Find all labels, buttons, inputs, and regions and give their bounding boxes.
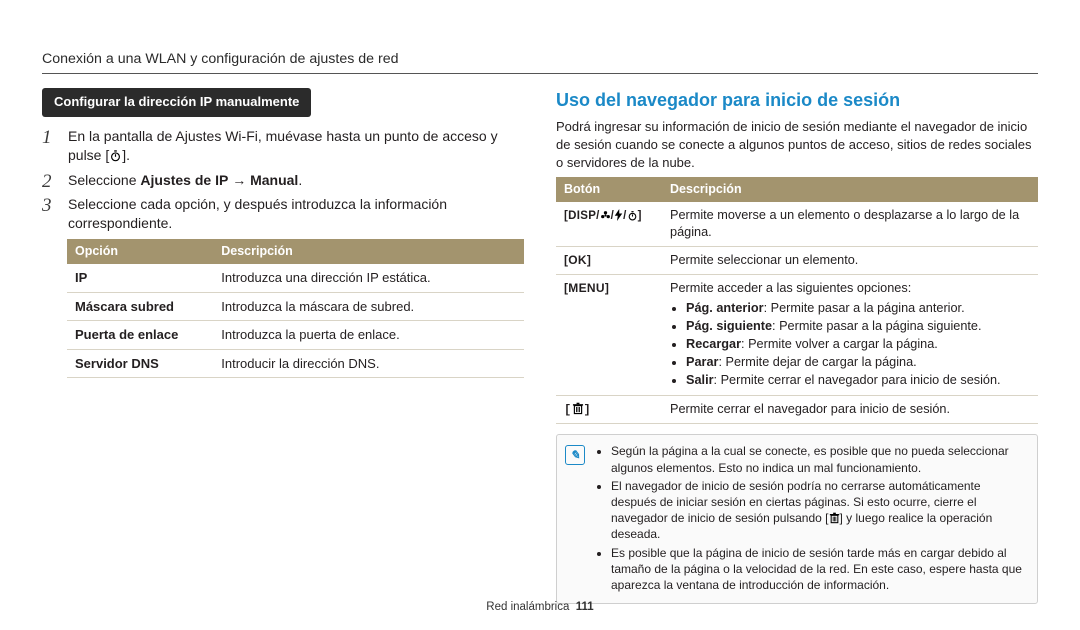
footer-label: Red inalámbrica [486, 601, 569, 613]
table-row: [OK] Permite seleccionar un elemento. [556, 247, 1038, 275]
trash-icon [572, 402, 584, 415]
step-2-e: . [298, 172, 302, 188]
btn-cell-disp: [DISP///] [556, 202, 662, 247]
right-column: Uso del navegador para inicio de sesión … [556, 88, 1038, 604]
note-list: Según la página a la cual se conecte, es… [595, 443, 1027, 595]
flower-icon [600, 210, 611, 221]
list-item: Salir: Permite cerrar el navegador para … [686, 372, 1030, 389]
table-row: [DISP///] Permite moverse a un elemento … [556, 202, 1038, 247]
btn-desc: Permite cerrar el navegador para inicio … [662, 396, 1038, 424]
buttons-th-button: Botón [556, 177, 662, 202]
page-number: 111 [576, 601, 594, 613]
step-1-text-b: ]. [122, 147, 130, 163]
step-2-b: Ajustes de IP [140, 172, 228, 188]
li-v: : Permite cerrar el navegador para inici… [714, 373, 1001, 387]
table-row: IP Introduzca una dirección IP estática. [67, 264, 524, 292]
opt-name: Máscara subred [67, 292, 213, 321]
opt-desc: Introduzca la máscara de subred. [213, 292, 524, 321]
note-item-2: El navegador de inicio de sesión podría … [611, 478, 1027, 543]
btn-desc: Permite moverse a un elemento o desplaza… [662, 202, 1038, 247]
trash-icon [829, 512, 840, 524]
step-3: Seleccione cada opción, y después introd… [42, 195, 524, 233]
section-intro: Podrá ingresar su información de inicio … [556, 118, 1038, 171]
opt-desc: Introduzca la puerta de enlace. [213, 321, 524, 350]
left-column: Configurar la dirección IP manualmente E… [42, 88, 524, 604]
section-pill-manual-ip: Configurar la dirección IP manualmente [42, 88, 311, 117]
li-k: Parar [686, 355, 718, 369]
list-item: Pág. siguiente: Permite pasar a la págin… [686, 318, 1030, 335]
opt-name: IP [67, 264, 213, 292]
step-2-c: → [228, 172, 250, 188]
li-v: : Permite volver a cargar la página. [741, 337, 938, 351]
table-row: [] Permite cerrar el navegador para inic… [556, 396, 1038, 424]
step-1: En la pantalla de Ajustes Wi-Fi, muévase… [42, 127, 524, 165]
li-v: : Permite dejar de cargar la página. [718, 355, 916, 369]
steps-list: En la pantalla de Ajustes Wi-Fi, muévase… [42, 127, 524, 233]
btn-desc: Permite seleccionar un elemento. [662, 247, 1038, 275]
note-box: ✎ Según la página a la cual se conecte, … [556, 434, 1038, 604]
buttons-th-desc: Descripción [662, 177, 1038, 202]
li-k: Salir [686, 373, 714, 387]
opt-desc: Introduzca una dirección IP estática. [213, 264, 524, 292]
table-row: Servidor DNS Introducir la dirección DNS… [67, 349, 524, 378]
list-item: Pág. anterior: Permite pasar a la página… [686, 300, 1030, 317]
page-header: Conexión a una WLAN y configuración de a… [42, 50, 1038, 69]
options-table: Opción Descripción IP Introduzca una dir… [67, 239, 524, 378]
flash-icon [614, 209, 623, 221]
li-k: Pág. anterior [686, 301, 764, 315]
disp-label: [DISP/ [564, 210, 600, 222]
btn-cell-menu: [MENU] [556, 275, 662, 396]
li-v: : Permite pasar a la página siguiente. [772, 319, 981, 333]
table-row: [MENU] Permite acceder a las siguientes … [556, 275, 1038, 396]
bracket-close: ] [584, 403, 592, 417]
options-th-option: Opción [67, 239, 213, 264]
opt-desc: Introducir la dirección DNS. [213, 349, 524, 378]
li-k: Recargar [686, 337, 741, 351]
step-2-d: Manual [250, 172, 298, 188]
header-rule [42, 73, 1038, 74]
bracket-open: [ [564, 403, 572, 417]
li-k: Pág. siguiente [686, 319, 772, 333]
table-row: Puerta de enlace Introduzca la puerta de… [67, 321, 524, 350]
page-footer: Red inalámbrica 111 [0, 600, 1080, 616]
opt-name: Puerta de enlace [67, 321, 213, 350]
table-row: Máscara subred Introduzca la máscara de … [67, 292, 524, 321]
btn-cell-trash: [] [556, 396, 662, 424]
timer-icon [109, 149, 122, 162]
section-heading-browser-login: Uso del navegador para inicio de sesión [556, 88, 1038, 112]
btn-desc-menu: Permite acceder a las siguientes opcione… [662, 275, 1038, 396]
btn-cell-ok: [OK] [556, 247, 662, 275]
li-v: : Permite pasar a la página anterior. [764, 301, 965, 315]
note-item-3: Es posible que la página de inicio de se… [611, 545, 1027, 594]
timer-icon [627, 210, 638, 221]
step-2-a: Seleccione [68, 172, 140, 188]
opt-name: Servidor DNS [67, 349, 213, 378]
list-item: Recargar: Permite volver a cargar la pág… [686, 336, 1030, 353]
disp-end: ] [638, 210, 642, 222]
options-th-desc: Descripción [213, 239, 524, 264]
step-1-text-a: En la pantalla de Ajustes Wi-Fi, muévase… [68, 128, 498, 163]
menu-intro: Permite acceder a las siguientes opcione… [670, 280, 1030, 297]
note-icon: ✎ [565, 445, 585, 465]
list-item: Parar: Permite dejar de cargar la página… [686, 354, 1030, 371]
step-2: Seleccione Ajustes de IP → Manual. [42, 171, 524, 190]
note-item-1: Según la página a la cual se conecte, es… [611, 443, 1027, 475]
buttons-table: Botón Descripción [DISP///] Permite move… [556, 177, 1038, 424]
